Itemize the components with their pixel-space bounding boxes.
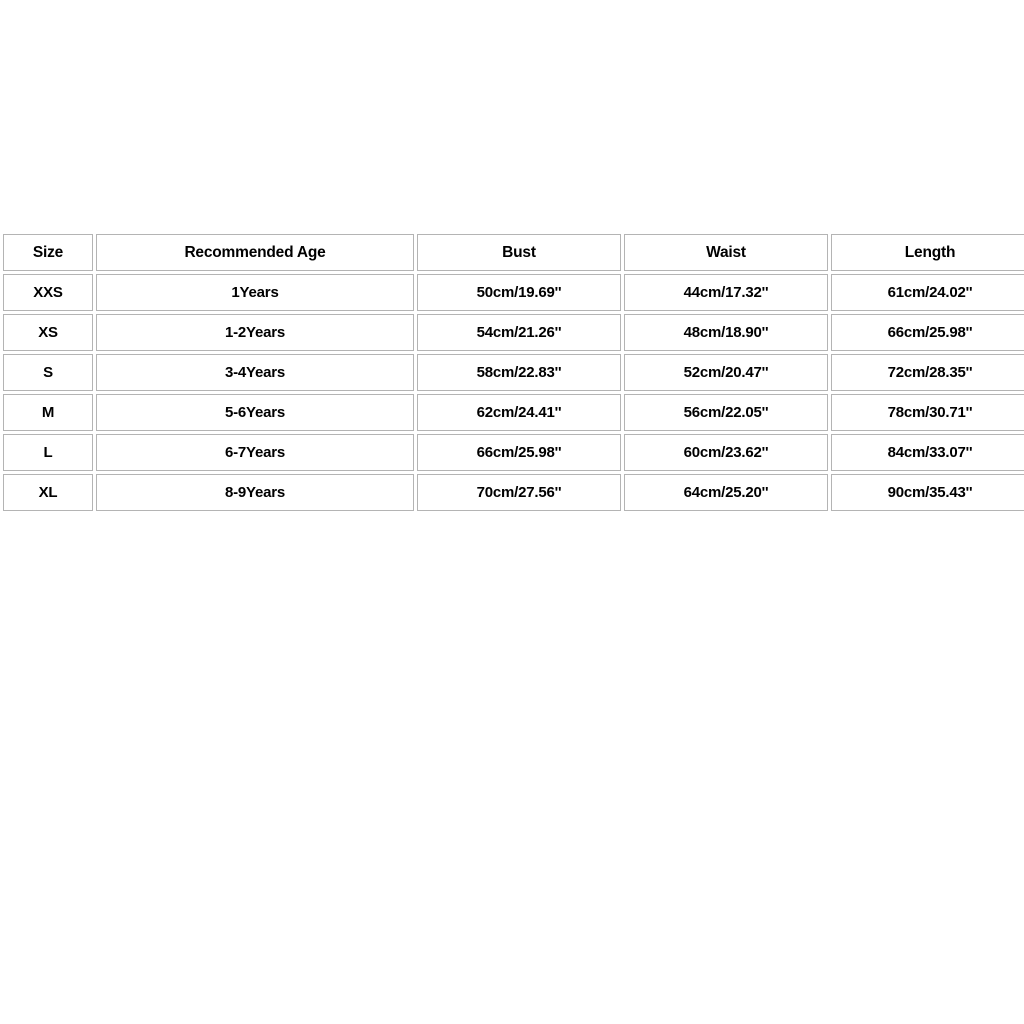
page-root: Size Recommended Age Bust Waist Length X… [0, 0, 1024, 1024]
cell-waist: 56cm/22.05'' [624, 394, 828, 431]
cell-bust: 70cm/27.56'' [417, 474, 621, 511]
header-row: Size Recommended Age Bust Waist Length [3, 234, 1024, 271]
cell-age: 5-6Years [96, 394, 414, 431]
cell-size: XL [3, 474, 93, 511]
cell-size: L [3, 434, 93, 471]
table-body: XXS 1Years 50cm/19.69'' 44cm/17.32'' 61c… [3, 274, 1024, 511]
table-row: S 3-4Years 58cm/22.83'' 52cm/20.47'' 72c… [3, 354, 1024, 391]
cell-length: 66cm/25.98'' [831, 314, 1024, 351]
cell-length: 61cm/24.02'' [831, 274, 1024, 311]
table-row: XL 8-9Years 70cm/27.56'' 64cm/25.20'' 90… [3, 474, 1024, 511]
table-header: Size Recommended Age Bust Waist Length [3, 234, 1024, 271]
cell-age: 1Years [96, 274, 414, 311]
cell-length: 78cm/30.71'' [831, 394, 1024, 431]
cell-size: XXS [3, 274, 93, 311]
cell-waist: 48cm/18.90'' [624, 314, 828, 351]
cell-waist: 60cm/23.62'' [624, 434, 828, 471]
column-header-size: Size [3, 234, 93, 271]
table-row: M 5-6Years 62cm/24.41'' 56cm/22.05'' 78c… [3, 394, 1024, 431]
cell-age: 8-9Years [96, 474, 414, 511]
cell-waist: 44cm/17.32'' [624, 274, 828, 311]
cell-bust: 66cm/25.98'' [417, 434, 621, 471]
size-chart-table: Size Recommended Age Bust Waist Length X… [0, 231, 1024, 514]
cell-bust: 54cm/21.26'' [417, 314, 621, 351]
cell-length: 84cm/33.07'' [831, 434, 1024, 471]
cell-bust: 58cm/22.83'' [417, 354, 621, 391]
column-header-length: Length [831, 234, 1024, 271]
column-header-age: Recommended Age [96, 234, 414, 271]
cell-bust: 62cm/24.41'' [417, 394, 621, 431]
cell-age: 6-7Years [96, 434, 414, 471]
table-row: XXS 1Years 50cm/19.69'' 44cm/17.32'' 61c… [3, 274, 1024, 311]
column-header-waist: Waist [624, 234, 828, 271]
cell-size: S [3, 354, 93, 391]
cell-size: M [3, 394, 93, 431]
table-row: L 6-7Years 66cm/25.98'' 60cm/23.62'' 84c… [3, 434, 1024, 471]
cell-waist: 64cm/25.20'' [624, 474, 828, 511]
cell-length: 90cm/35.43'' [831, 474, 1024, 511]
table-row: XS 1-2Years 54cm/21.26'' 48cm/18.90'' 66… [3, 314, 1024, 351]
cell-bust: 50cm/19.69'' [417, 274, 621, 311]
cell-size: XS [3, 314, 93, 351]
cell-waist: 52cm/20.47'' [624, 354, 828, 391]
size-chart-container: Size Recommended Age Bust Waist Length X… [0, 231, 1024, 514]
cell-age: 1-2Years [96, 314, 414, 351]
column-header-bust: Bust [417, 234, 621, 271]
cell-length: 72cm/28.35'' [831, 354, 1024, 391]
cell-age: 3-4Years [96, 354, 414, 391]
